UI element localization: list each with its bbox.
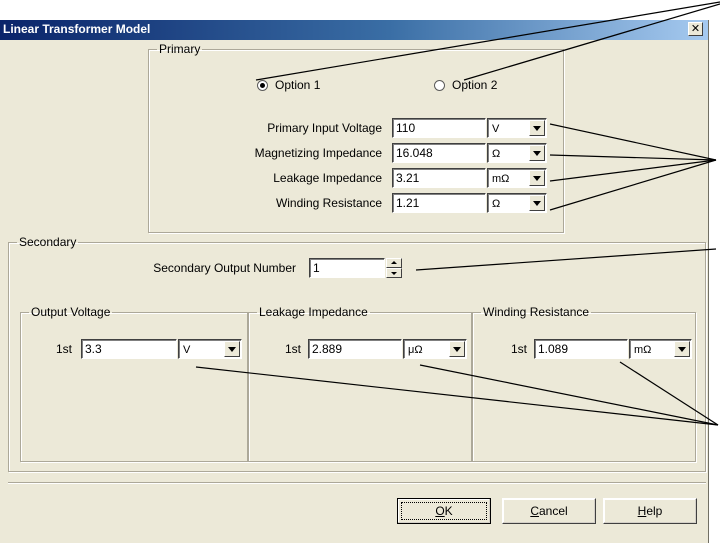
magnetizing-impedance-input[interactable]: 16.048: [392, 143, 486, 163]
primary-input-voltage-input[interactable]: 110: [392, 118, 486, 138]
secondary-leakage-impedance-group: Leakage Impedance: [248, 306, 472, 462]
ok-button[interactable]: OK: [397, 498, 491, 524]
radio-selected-icon: [257, 79, 268, 91]
secondary-leakage-impedance-title: Leakage Impedance: [259, 305, 368, 319]
secondary-leakage-impedance-row-label: 1st: [285, 342, 302, 356]
primary-input-voltage-unit-select[interactable]: V: [487, 118, 547, 138]
output-voltage-input[interactable]: 3.3: [81, 339, 177, 359]
primary-input-voltage-unit: V: [492, 123, 500, 135]
secondary-leakage-impedance-unit: μΩ: [408, 344, 423, 356]
primary-winding-resistance-label: Winding Resistance: [275, 196, 382, 210]
close-icon: ✕: [690, 23, 701, 35]
primary-input-voltage-label: Primary Input Voltage: [267, 121, 382, 135]
secondary-winding-resistance-group: Winding Resistance: [472, 306, 696, 462]
output-voltage-group: Output Voltage: [20, 306, 248, 462]
secondary-output-number-input[interactable]: 1: [309, 258, 385, 278]
primary-winding-resistance-input[interactable]: 1.21: [392, 193, 486, 213]
close-button[interactable]: ✕: [688, 22, 703, 36]
cancel-mnemonic: C: [530, 504, 539, 518]
radio-unselected-icon: [434, 79, 445, 91]
cancel-button[interactable]: Cancel: [502, 498, 596, 524]
spin-up-icon[interactable]: [386, 258, 402, 268]
secondary-winding-resistance-title: Winding Resistance: [483, 305, 590, 319]
help-label-rest: elp: [646, 504, 663, 518]
secondary-winding-resistance-unit-select[interactable]: mΩ: [629, 339, 692, 359]
window-title: Linear Transformer Model: [3, 22, 151, 36]
focus-rectangle: [401, 502, 487, 520]
secondary-group-label: Secondary: [19, 235, 77, 249]
output-voltage-unit-select[interactable]: V: [178, 339, 242, 359]
dropdown-arrow-icon[interactable]: [449, 341, 465, 357]
dropdown-arrow-icon[interactable]: [529, 195, 545, 211]
dropdown-arrow-icon[interactable]: [224, 341, 240, 357]
help-button[interactable]: Help: [603, 498, 697, 524]
output-voltage-row-label: 1st: [56, 342, 73, 356]
dropdown-arrow-icon[interactable]: [529, 145, 545, 161]
secondary-leakage-impedance-unit-select[interactable]: μΩ: [403, 339, 467, 359]
primary-leakage-impedance-label: Leakage Impedance: [273, 171, 382, 185]
option2-radio[interactable]: Option 2: [434, 77, 497, 93]
secondary-leakage-impedance-input[interactable]: 2.889: [308, 339, 402, 359]
spin-down-icon[interactable]: [386, 268, 402, 278]
dropdown-arrow-icon[interactable]: [674, 341, 690, 357]
primary-winding-resistance-unit-select[interactable]: Ω: [487, 193, 547, 213]
option2-label: Option 2: [452, 78, 498, 92]
option1-label: Option 1: [275, 78, 321, 92]
dropdown-arrow-icon[interactable]: [529, 120, 545, 136]
primary-group-label: Primary: [159, 42, 201, 56]
dropdown-arrow-icon[interactable]: [529, 170, 545, 186]
secondary-winding-resistance-row-label: 1st: [511, 342, 528, 356]
dialog-window: Linear Transformer Model ✕ Primary Optio…: [0, 20, 709, 543]
secondary-output-number-label: Secondary Output Number: [153, 261, 296, 275]
secondary-winding-resistance-unit: mΩ: [634, 344, 652, 356]
button-separator: [8, 482, 706, 484]
magnetizing-impedance-label: Magnetizing Impedance: [254, 146, 382, 160]
magnetizing-impedance-unit: Ω: [492, 148, 501, 160]
title-bar[interactable]: Linear Transformer Model ✕: [0, 20, 708, 40]
primary-leakage-impedance-unit-select[interactable]: mΩ: [487, 168, 547, 188]
primary-winding-resistance-unit: Ω: [492, 198, 501, 210]
secondary-winding-resistance-input[interactable]: 1.089: [534, 339, 628, 359]
primary-leakage-impedance-unit: mΩ: [492, 173, 510, 185]
output-voltage-unit: V: [183, 344, 191, 356]
output-voltage-title: Output Voltage: [31, 305, 111, 319]
option1-radio[interactable]: Option 1: [257, 77, 320, 93]
cancel-label-rest: ancel: [538, 504, 568, 518]
secondary-output-number-spinner[interactable]: [386, 258, 402, 278]
magnetizing-impedance-unit-select[interactable]: Ω: [487, 143, 547, 163]
primary-leakage-impedance-input[interactable]: 3.21: [392, 168, 486, 188]
